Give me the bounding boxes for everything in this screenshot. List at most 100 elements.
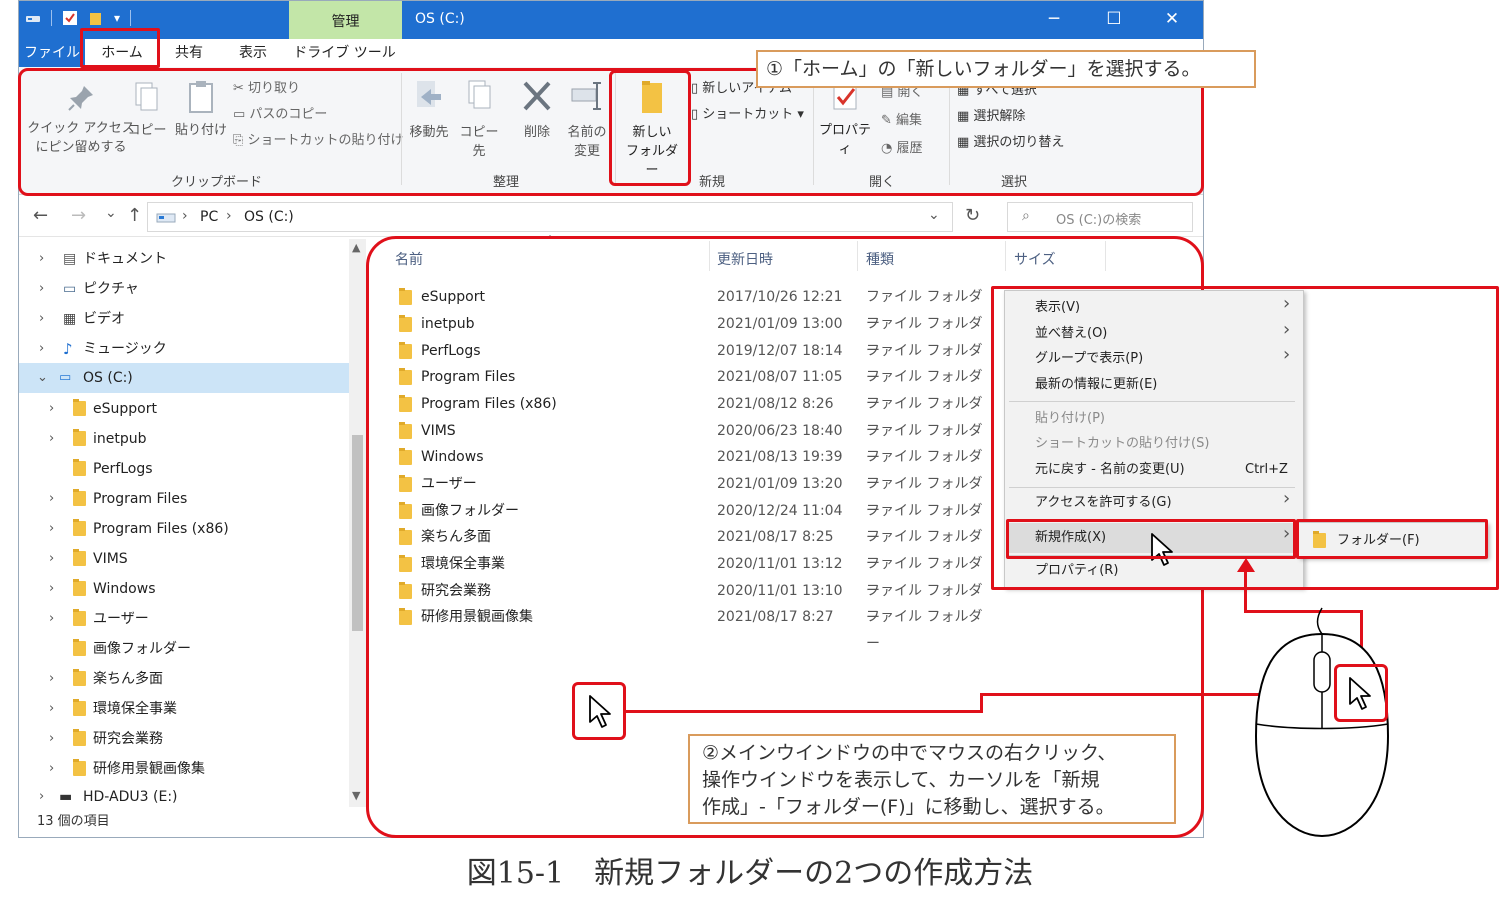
nav-item-folder[interactable]: 画像フォルダー [19,635,349,663]
chevron-right-icon[interactable]: › [39,245,44,273]
tab-share[interactable]: 共有 [159,39,219,67]
chevron-right-icon[interactable]: › [49,665,54,693]
scroll-down-icon[interactable]: ▼ [352,789,360,802]
nav-scrollbar[interactable]: ▲ ▼ [349,239,366,807]
nav-item-folder[interactable]: › 環境保全事業 [19,695,349,723]
title-bar: ▾ 管理 OS (C:) ─ ☐ ✕ [19,1,1203,39]
nav-label: ドキュメント [83,251,167,267]
navigation-pane: › ▤ ドキュメント › ▭ ピクチャ › ▦ ビデオ › ♪ ミュージック ⌄ ▭ OS (C:)… [19,239,353,807]
nav-label: 環境保全事業 [93,701,177,717]
callout-step-2-line-1: ②メインウインドウの中でマウスの右クリック、 [702,742,1117,764]
nav-item-hd-adu3[interactable]: › ▬ HD-ADU3 (E:) [19,783,349,811]
arrow-up-icon [1237,558,1255,572]
chevron-right-icon[interactable]: › [49,425,54,453]
refresh-button[interactable]: ↻ [965,205,980,226]
nav-item-folder[interactable]: › Windows [19,575,349,603]
tab-file[interactable]: ファイル [19,39,85,67]
new-folder-qat-icon[interactable] [88,10,104,26]
address-dropdown-icon[interactable]: ⌄ [928,207,940,223]
qat-dropdown-icon[interactable]: ▾ [114,11,120,25]
breadcrumb-separator-icon: › [182,208,188,224]
nav-label: Windows [93,581,156,597]
chevron-right-icon[interactable]: › [39,275,44,303]
breadcrumb-pc[interactable]: PC [200,209,218,225]
scroll-up-icon[interactable]: ▲ [352,241,360,254]
nav-item-music[interactable]: › ♪ ミュージック [19,335,349,363]
connector-line [980,693,983,713]
qat-divider [51,10,52,26]
chevron-right-icon[interactable]: › [49,725,54,753]
up-button[interactable]: ↑ [127,205,142,226]
search-placeholder: OS (C:)の検索 [1056,213,1142,228]
address-field[interactable]: › PC › OS (C:) ⌄ [147,202,953,232]
breadcrumb-separator-icon: › [226,208,232,224]
drive-icon [156,213,176,223]
documents-icon: ▤ [63,251,77,267]
recent-locations-button[interactable]: ⌄ [105,205,117,221]
nav-item-folder[interactable]: › eSupport [19,395,349,423]
qat-divider-2 [130,10,132,26]
drive-icon[interactable] [25,10,41,26]
properties-check-icon[interactable] [62,10,78,26]
quick-access-toolbar: ▾ [25,10,132,26]
nav-scroll-thumb[interactable] [352,435,363,631]
nav-label: Program Files [93,491,188,507]
nav-item-videos[interactable]: › ▦ ビデオ [19,305,349,333]
forward-button[interactable]: → [71,205,86,226]
chevron-right-icon[interactable]: › [49,755,54,783]
nav-item-folder[interactable]: › Program Files (x86) [19,515,349,543]
nav-item-documents[interactable]: › ▤ ドキュメント [19,245,349,273]
chevron-right-icon[interactable]: › [39,783,44,811]
chevron-right-icon[interactable]: › [49,695,54,723]
nav-label: OS (C:) [83,370,133,386]
mouse-pointer-icon [589,695,611,728]
nav-item-folder[interactable]: › 研修用景観画像集 [19,755,349,783]
mouse-pointer-icon [1349,677,1371,710]
music-icon: ♪ [63,340,73,358]
close-button[interactable]: ✕ [1149,5,1195,33]
chevron-right-icon[interactable]: › [49,575,54,603]
nav-item-folder[interactable]: PerfLogs [19,455,349,483]
chevron-right-icon[interactable]: › [49,545,54,573]
chevron-right-icon[interactable]: › [49,395,54,423]
breadcrumb-drive[interactable]: OS (C:) [244,209,294,225]
nav-label: PerfLogs [93,461,153,477]
folder-icon [73,459,86,476]
back-button[interactable]: ← [33,205,48,226]
maximize-button[interactable]: ☐ [1091,5,1137,33]
nav-item-folder[interactable]: › Program Files [19,485,349,513]
tab-drive-tools[interactable]: ドライブ ツール [287,39,402,67]
nav-item-folder[interactable]: › inetpub [19,425,349,453]
callout-step-1-text: ①「ホーム」の「新しいフォルダー」を選択する。 [766,58,1201,80]
folder-icon [73,609,86,626]
nav-item-folder[interactable]: › ユーザー [19,605,349,633]
pictures-icon: ▭ [63,281,77,297]
nav-label: eSupport [93,401,157,417]
nav-item-folder[interactable]: › VIMS [19,545,349,573]
connector-line [1244,568,1247,612]
nav-item-os-c[interactable]: ⌄ ▭ OS (C:) [19,363,349,393]
chevron-down-icon[interactable]: ⌄ [37,363,48,393]
callout-step-2-line-3: 作成」-「フォルダー(F)」に移動し、選択する。 [702,796,1115,818]
nav-label: 研修用景観画像集 [93,761,205,777]
nav-item-folder[interactable]: › 研究会業務 [19,725,349,753]
folder-icon [73,759,86,776]
minimize-button[interactable]: ─ [1031,5,1077,33]
chevron-right-icon[interactable]: › [39,335,44,363]
nav-label: inetpub [93,431,147,447]
tab-view[interactable]: 表示 [219,39,287,67]
nav-item-pictures[interactable]: › ▭ ピクチャ [19,275,349,303]
nav-label: ミュージック [83,341,167,357]
chevron-right-icon[interactable]: › [39,305,44,333]
manage-context-tab[interactable]: 管理 [289,1,402,39]
chevron-right-icon[interactable]: › [49,485,54,513]
nav-item-folder[interactable]: › 楽ちん多面 [19,665,349,693]
chevron-right-icon[interactable]: › [49,605,54,633]
item-count: 13 個の項目 [37,814,110,829]
nav-label: ユーザー [93,611,149,627]
external-drive-icon: ▬ [59,789,73,805]
folder-icon [73,489,86,506]
chevron-right-icon[interactable]: › [49,515,54,543]
figure-stage: ▾ 管理 OS (C:) ─ ☐ ✕ ファイル ホーム 共有 表示 ドライブ ツ… [0,0,1500,910]
search-input[interactable]: ⌕ OS (C:)の検索 [1007,202,1193,232]
